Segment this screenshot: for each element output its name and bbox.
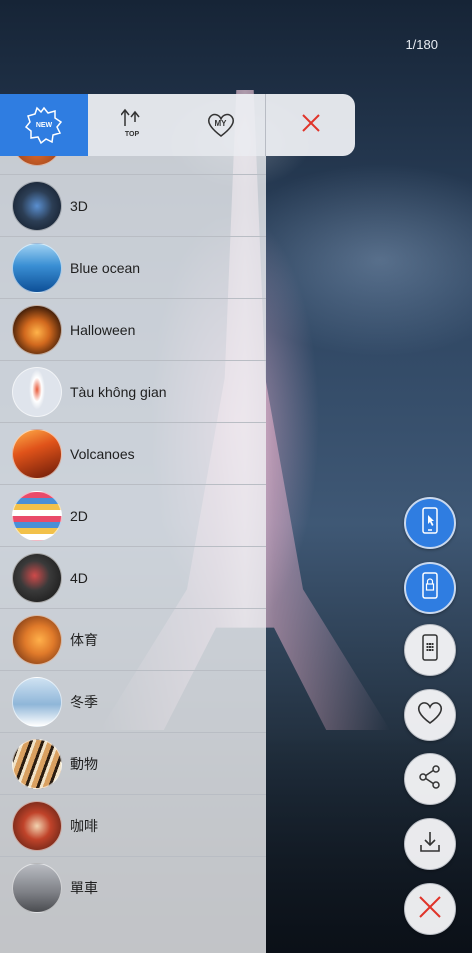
category-thumb-partial	[12, 156, 62, 166]
category-thumb-sports	[12, 614, 62, 665]
category-thumb-bicycle	[12, 862, 62, 913]
phone-tap-icon	[418, 506, 442, 541]
phone-lock-icon	[418, 571, 442, 606]
category-thumb-blue-ocean	[12, 242, 62, 293]
phone-grid-icon	[418, 633, 442, 668]
my-tab-button[interactable]: MY	[176, 94, 265, 156]
set-both-screens-button[interactable]	[404, 624, 456, 676]
list-item[interactable]: 3D	[0, 174, 266, 236]
heart-outline-icon	[416, 701, 444, 730]
list-item[interactable]: Halloween	[0, 298, 266, 360]
category-label: Blue ocean	[70, 259, 141, 276]
top-arrow-icon	[120, 108, 143, 133]
category-label: Tàu không gian	[70, 383, 167, 400]
new-tab-button[interactable]: NEW	[0, 94, 88, 156]
category-label: Halloween	[70, 321, 136, 338]
list-item[interactable]: Volcanoes	[0, 422, 266, 484]
category-label: 体育	[70, 631, 98, 648]
heart-icon: MY	[206, 112, 236, 138]
list-item[interactable]: Blue ocean	[0, 236, 266, 298]
page-counter: 1/180	[405, 37, 438, 52]
download-button[interactable]	[404, 818, 456, 870]
category-thumb-volcano	[12, 428, 62, 479]
download-icon	[417, 829, 443, 860]
new-badge-icon: NEW	[24, 105, 64, 145]
new-badge-label: NEW	[35, 121, 53, 129]
list-item[interactable]: 咖啡	[0, 794, 266, 856]
category-thumb-spaceship	[12, 366, 62, 417]
list-item[interactable]: 2D	[0, 484, 266, 546]
list-item[interactable]: 冬季	[0, 670, 266, 732]
list-item[interactable]: 体育	[0, 608, 266, 670]
set-home-screen-button[interactable]	[404, 497, 456, 549]
close-panel-button[interactable]	[265, 94, 355, 156]
category-label: 4D	[70, 569, 88, 586]
top-tab-button[interactable]: TOP	[88, 94, 176, 156]
share-icon	[417, 764, 443, 795]
category-label: Volcanoes	[70, 445, 135, 462]
top-tab-label: TOP	[124, 131, 140, 138]
category-label: 單車	[70, 879, 98, 896]
share-button[interactable]	[404, 753, 456, 805]
close-icon	[300, 112, 322, 139]
close-button[interactable]	[404, 883, 456, 935]
category-label: 2D	[70, 507, 88, 524]
category-thumb-3d	[12, 180, 62, 231]
close-x-icon	[417, 894, 443, 925]
category-toolbar: NEW TOP MY	[0, 94, 355, 156]
my-tab-label: MY	[214, 119, 227, 128]
list-item[interactable]: 動物	[0, 732, 266, 794]
category-thumb-animals	[12, 738, 62, 789]
category-thumb-4d	[12, 552, 62, 603]
category-label: 動物	[70, 755, 98, 772]
category-label: 咖啡	[70, 817, 98, 834]
category-thumb-halloween	[12, 304, 62, 355]
list-item[interactable]: 4D	[0, 546, 266, 608]
category-thumb-2d	[12, 490, 62, 541]
list-item[interactable]: Tàu không gian	[0, 360, 266, 422]
category-thumb-winter	[12, 676, 62, 727]
list-item[interactable]: 單車	[0, 856, 266, 918]
category-thumb-coffee	[12, 800, 62, 851]
favorite-button[interactable]	[404, 689, 456, 741]
category-label: 冬季	[70, 693, 98, 710]
category-list: 3D Blue ocean Halloween Tàu không gian V…	[0, 156, 266, 953]
set-lock-screen-button[interactable]	[404, 562, 456, 614]
category-label: 3D	[70, 197, 88, 214]
list-item[interactable]	[0, 156, 266, 174]
